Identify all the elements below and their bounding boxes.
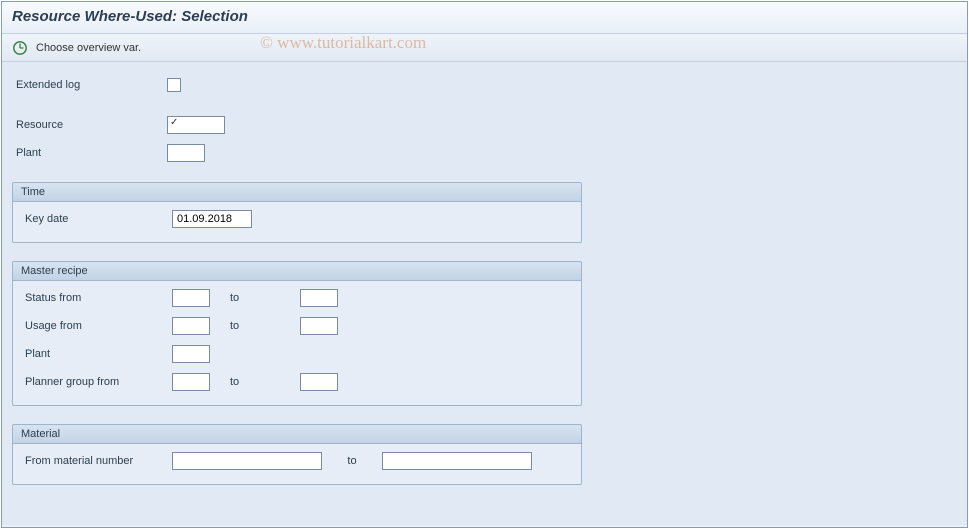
status-from-label: Status from (17, 292, 172, 304)
planner-group-from-label: Planner group from (17, 376, 172, 388)
extended-log-row: Extended log (12, 74, 957, 96)
usage-to-label: to (210, 320, 300, 332)
to-material-input[interactable] (382, 452, 532, 470)
material-groupbox: Material From material number to (12, 424, 582, 485)
toolbar: Choose overview var. (2, 34, 967, 62)
status-to-input[interactable] (300, 289, 338, 307)
usage-from-label: Usage from (17, 320, 172, 332)
plant-row: Plant (12, 142, 957, 164)
mr-plant-label: Plant (17, 348, 172, 360)
key-date-label: Key date (17, 213, 172, 225)
page-title: Resource Where-Used: Selection (2, 2, 967, 34)
time-groupbox: Time Key date (12, 182, 582, 243)
mr-plant-input[interactable] (172, 345, 210, 363)
planner-group-to-label: to (210, 376, 300, 388)
extended-log-label: Extended log (12, 79, 167, 91)
app-window: Resource Where-Used: Selection Choose ov… (1, 1, 968, 528)
material-to-label: to (322, 455, 382, 467)
resource-row: Resource (12, 114, 957, 136)
content-area: Extended log Resource Plant Time Key dat… (2, 62, 967, 525)
master-recipe-group-title: Master recipe (13, 262, 581, 281)
key-date-input[interactable] (172, 210, 252, 228)
plant-label: Plant (12, 147, 167, 159)
material-row: From material number to (17, 450, 577, 472)
key-date-row: Key date (17, 208, 577, 230)
status-row: Status from to (17, 287, 577, 309)
usage-row: Usage from to (17, 315, 577, 337)
status-to-label: to (210, 292, 300, 304)
extended-log-checkbox[interactable] (167, 78, 181, 92)
planner-group-to-input[interactable] (300, 373, 338, 391)
plant-input[interactable] (167, 144, 205, 162)
master-recipe-groupbox: Master recipe Status from to Usage from … (12, 261, 582, 406)
execute-icon[interactable] (10, 38, 30, 58)
resource-label: Resource (12, 119, 167, 131)
mr-plant-row: Plant (17, 343, 577, 365)
usage-to-input[interactable] (300, 317, 338, 335)
time-group-title: Time (13, 183, 581, 202)
usage-from-input[interactable] (172, 317, 210, 335)
resource-input[interactable] (167, 116, 225, 134)
from-material-input[interactable] (172, 452, 322, 470)
material-group-title: Material (13, 425, 581, 444)
from-material-label: From material number (17, 455, 172, 467)
status-from-input[interactable] (172, 289, 210, 307)
planner-group-from-input[interactable] (172, 373, 210, 391)
planner-group-row: Planner group from to (17, 371, 577, 393)
choose-overview-button[interactable]: Choose overview var. (36, 42, 141, 54)
